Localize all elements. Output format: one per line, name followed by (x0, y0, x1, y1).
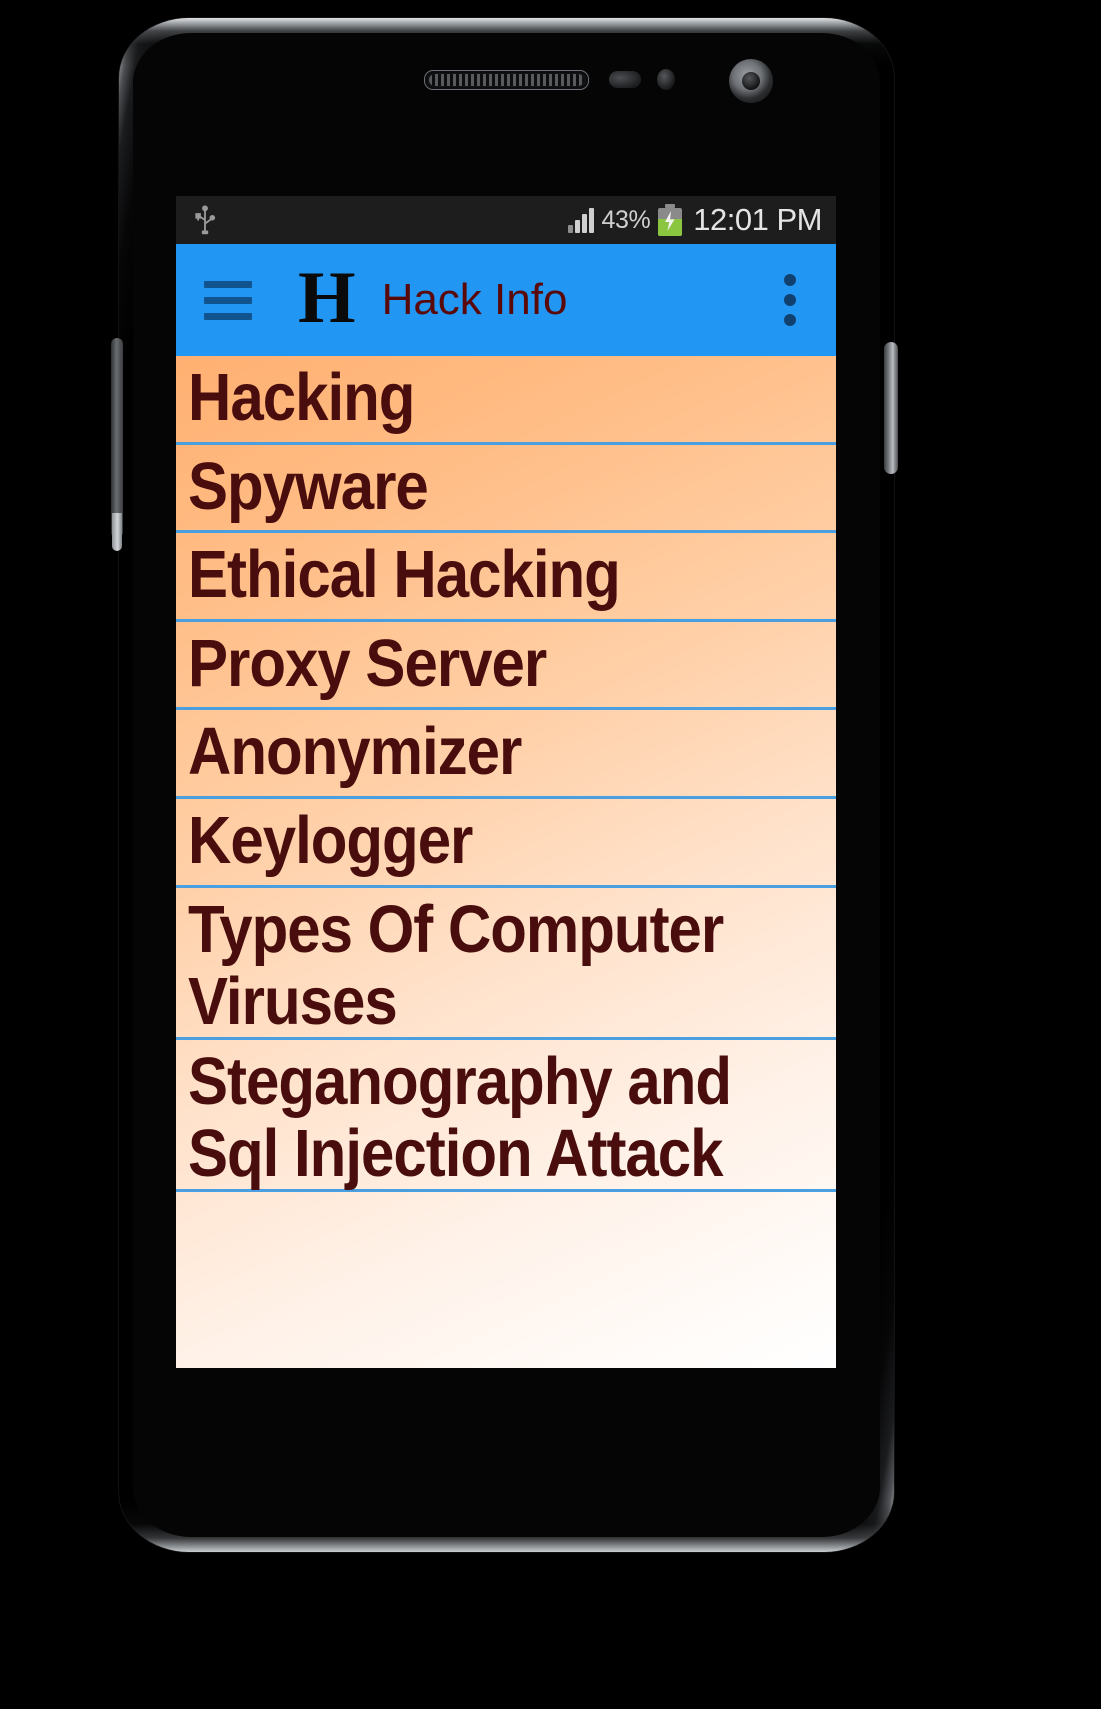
list-item-label: Anonymizer (188, 714, 522, 790)
list-item-label: Spyware (188, 448, 429, 524)
list-item[interactable]: Ethical Hacking (176, 533, 836, 622)
battery-charging-icon (657, 204, 683, 236)
volume-rocker-button-tip[interactable] (112, 513, 122, 551)
phone-screen: 43% 12:01 PM H Hack Info Hacking Spyware… (176, 196, 836, 1368)
clock-ampm: PM (768, 202, 822, 237)
proximity-sensor-icon (609, 71, 641, 88)
earpiece-speaker (424, 70, 589, 90)
hamburger-menu-icon[interactable] (204, 278, 258, 322)
list-item[interactable]: Hacking (176, 356, 836, 445)
volume-rocker-button[interactable] (111, 338, 123, 538)
status-bar: 43% 12:01 PM (176, 196, 836, 244)
battery-percent-label: 43% (601, 205, 651, 234)
status-bar-left-icons (194, 205, 568, 235)
list-item[interactable]: Spyware (176, 445, 836, 534)
signal-bars-icon (568, 207, 595, 233)
list-item-label: Keylogger (188, 802, 473, 878)
clock-time: 12:01 (693, 202, 769, 237)
app-bar: H Hack Info (176, 244, 836, 356)
overflow-menu-icon[interactable] (770, 270, 810, 330)
status-bar-clock: 12:01 PM (693, 202, 822, 238)
app-logo: H (298, 257, 356, 339)
front-camera-lens (742, 72, 760, 90)
list-item[interactable]: Keylogger (176, 799, 836, 888)
list-item[interactable]: Steganography and Sql Injection Attack (176, 1040, 836, 1192)
list-item-label: Hacking (188, 359, 415, 435)
power-button[interactable] (884, 342, 898, 474)
list-item-label: Proxy Server (188, 625, 547, 701)
status-bar-right-icons: 43% 12:01 PM (568, 202, 822, 238)
list-item-label: Types Of Computer Viruses (188, 891, 724, 1038)
earpiece-speaker-mesh (429, 74, 584, 86)
list-item[interactable]: Proxy Server (176, 622, 836, 711)
list-item[interactable]: Anonymizer (176, 710, 836, 799)
light-sensor-icon (657, 69, 675, 90)
topic-list: Hacking Spyware Ethical Hacking Proxy Se… (176, 356, 836, 1368)
page-title: Hack Info (381, 275, 568, 324)
list-item[interactable]: Types Of Computer Viruses (176, 888, 836, 1040)
usb-icon (195, 205, 216, 235)
list-item-label: Ethical Hacking (188, 536, 621, 612)
list-item-label: Steganography and Sql Injection Attack (188, 1043, 732, 1190)
